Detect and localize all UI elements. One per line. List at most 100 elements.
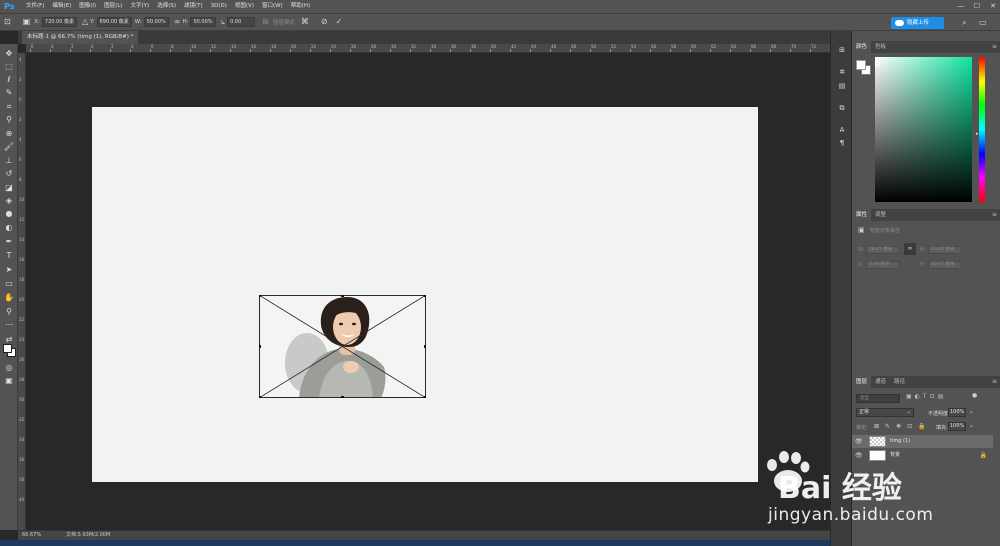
- props-w-field[interactable]: 18.47 厘米: [866, 246, 900, 254]
- paragraph-icon[interactable]: ¶: [836, 138, 848, 149]
- zoom-tool-icon[interactable]: ⚲: [3, 306, 15, 318]
- rectangle-tool-icon[interactable]: ▭: [3, 278, 15, 290]
- quick-select-tool-icon[interactable]: ✎: [3, 87, 15, 99]
- workspace-icon[interactable]: ▭: [979, 14, 987, 32]
- blend-mode-select[interactable]: 正常 ⌄: [856, 408, 914, 417]
- panel-foreground-swatch[interactable]: [856, 60, 866, 70]
- quick-mask-icon[interactable]: ◎: [3, 362, 15, 374]
- layer-row-timg[interactable]: 👁 timg (1): [852, 435, 993, 448]
- upload-button[interactable]: 隐藏上传: [891, 17, 944, 29]
- link-xy-icon[interactable]: △: [82, 13, 88, 31]
- history-panel-icon[interactable]: ⊞: [836, 45, 848, 56]
- layer-filter-field[interactable]: 类型: [856, 394, 900, 403]
- hand-tool-icon[interactable]: ✋: [3, 292, 15, 304]
- warp-icon[interactable]: ⌘: [301, 13, 309, 31]
- pen-tool-icon[interactable]: ✒: [3, 236, 15, 248]
- clone-stamp-tool-icon[interactable]: ⊥: [3, 155, 15, 167]
- hue-slider[interactable]: [979, 57, 985, 202]
- props-link-icon[interactable]: ∞: [904, 243, 916, 255]
- menu-window[interactable]: 窗口(W): [258, 0, 287, 13]
- x-field[interactable]: 720.00 像素: [41, 17, 77, 27]
- paths-icon[interactable]: ⧉: [836, 103, 848, 114]
- path-select-tool-icon[interactable]: ➤: [3, 264, 15, 276]
- maximize-button[interactable]: ☐: [974, 0, 980, 13]
- layer-name[interactable]: 背景: [890, 449, 900, 462]
- layer-filter-icons[interactable]: ▣◐T⊡▤: [906, 393, 946, 400]
- properties-panel-menu-icon[interactable]: ≡: [992, 209, 997, 221]
- color-picker-cursor[interactable]: [875, 61, 880, 66]
- move-tool-preset-icon[interactable]: ⊡: [4, 13, 11, 31]
- opacity-chevron-icon[interactable]: ⌄: [969, 408, 974, 415]
- tab-color[interactable]: 颜色: [852, 41, 872, 53]
- reference-point-icon[interactable]: ▣: [23, 13, 31, 31]
- minimize-button[interactable]: —: [957, 0, 964, 13]
- eraser-tool-icon[interactable]: ◪: [3, 182, 15, 194]
- blur-tool-icon[interactable]: ●: [3, 208, 15, 220]
- props-h-field[interactable]: 10.44 厘米: [928, 246, 962, 254]
- move-tool-icon[interactable]: ✥: [3, 48, 15, 60]
- zoom-level[interactable]: 66.67%: [22, 531, 41, 540]
- brush-tool-icon[interactable]: 🖌: [3, 141, 15, 153]
- lock-icons[interactable]: ⊠✎✥⊡🔒: [874, 423, 932, 430]
- menu-view[interactable]: 视图(V): [231, 0, 258, 13]
- more-tools-icon[interactable]: ⋯: [3, 319, 15, 331]
- angle-field[interactable]: 0.00: [227, 17, 256, 27]
- props-y-field[interactable]: 10.67 厘米: [928, 261, 962, 269]
- search-icon[interactable]: ⌕: [962, 14, 966, 32]
- eye-icon[interactable]: 👁: [855, 438, 863, 445]
- w-field[interactable]: 50.00%: [143, 17, 169, 27]
- h-field[interactable]: 50.00%: [190, 17, 216, 27]
- commit-transform-icon[interactable]: ✓: [336, 13, 343, 31]
- hue-slider-arrow-icon[interactable]: ▸: [976, 131, 979, 137]
- eye-icon[interactable]: 👁: [855, 452, 863, 459]
- foreground-color-swatch[interactable]: [3, 344, 12, 353]
- tab-swatches[interactable]: 色板: [871, 41, 890, 53]
- menu-select[interactable]: 选择(S): [153, 0, 180, 13]
- menu-edit[interactable]: 编辑(E): [48, 0, 75, 13]
- history-brush-tool-icon[interactable]: ↺: [3, 168, 15, 180]
- adjustments-icon[interactable]: ▤: [836, 81, 848, 92]
- character-icon[interactable]: A: [836, 125, 848, 136]
- fill-field[interactable]: 100%: [948, 422, 966, 431]
- menu-filter[interactable]: 滤镜(T): [180, 0, 207, 13]
- tab-adjustments[interactable]: 调整: [871, 209, 890, 221]
- y-field[interactable]: 690.00 像素: [96, 17, 132, 27]
- healing-brush-tool-icon[interactable]: ⊕: [3, 128, 15, 140]
- menu-type[interactable]: 文字(Y): [127, 0, 154, 13]
- close-button[interactable]: ✕: [990, 0, 996, 13]
- lasso-tool-icon[interactable]: ℓ: [3, 74, 15, 86]
- props-x-field[interactable]: 7.49 厘米: [866, 261, 900, 269]
- layer-name[interactable]: timg (1): [890, 435, 910, 448]
- color-panel-menu-icon[interactable]: ≡: [992, 41, 997, 53]
- document-info[interactable]: 文档:5.93M/2.00M: [66, 531, 110, 540]
- menu-file[interactable]: 文件(F): [22, 0, 48, 13]
- canvas-workspace[interactable]: [26, 53, 830, 530]
- layer-row-background[interactable]: 👁 背景 🔒: [852, 449, 993, 462]
- placed-image-transform[interactable]: [258, 294, 427, 399]
- eyedropper-tool-icon[interactable]: ⚲: [3, 114, 15, 126]
- marquee-tool-icon[interactable]: ⬚: [3, 61, 15, 73]
- color-picker-field[interactable]: [875, 57, 972, 202]
- tab-properties[interactable]: 属性: [852, 209, 872, 221]
- tab-channels[interactable]: 通道: [871, 376, 890, 388]
- crop-tool-icon[interactable]: ⌗: [3, 101, 15, 113]
- paint-bucket-tool-icon[interactable]: ◈: [3, 195, 15, 207]
- layers-panel-menu-icon[interactable]: ≡: [992, 376, 997, 388]
- type-tool-icon[interactable]: T: [3, 250, 15, 262]
- screen-mode-icon[interactable]: ▣: [3, 375, 15, 387]
- tab-paths[interactable]: 路径: [890, 376, 909, 388]
- opacity-field[interactable]: 100%: [948, 408, 966, 417]
- layer-filter-toggle-icon[interactable]: ●: [972, 392, 977, 399]
- link-wh-icon[interactable]: ∞: [174, 13, 181, 31]
- brush-settings-icon[interactable]: ✲: [836, 67, 848, 78]
- cancel-transform-icon[interactable]: ⊘: [321, 13, 328, 31]
- interpolation-icon[interactable]: ⊞: [262, 13, 269, 31]
- document-tab[interactable]: 未标题-1 @ 66.7% (timg (1), RGB/8#) *: [22, 31, 139, 44]
- menu-layer[interactable]: 图层(L): [100, 0, 126, 13]
- fill-chevron-icon[interactable]: ⌄: [969, 422, 974, 429]
- menu-3d[interactable]: 3D(D): [207, 0, 231, 13]
- dodge-tool-icon[interactable]: ◐: [3, 222, 15, 234]
- menu-help[interactable]: 帮助(H): [287, 0, 314, 13]
- tab-layers[interactable]: 图层: [852, 376, 872, 388]
- menu-image[interactable]: 图像(I): [75, 0, 100, 13]
